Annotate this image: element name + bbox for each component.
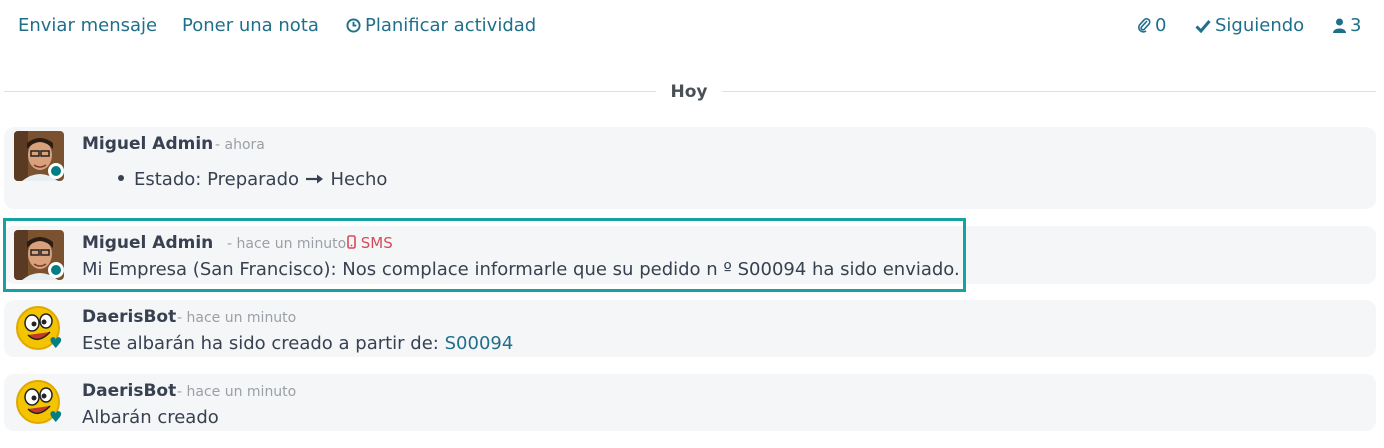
message-item: Miguel Admin - ahora Estado: Preparado H…	[4, 127, 1376, 209]
heart-icon: ♥	[49, 408, 63, 426]
attachments-button[interactable]: 0	[1137, 15, 1166, 38]
online-status-icon	[48, 163, 64, 179]
message-time: - hace un minuto	[177, 384, 297, 400]
following-label: Siguiendo	[1215, 15, 1305, 36]
heart-icon: ♥	[49, 334, 63, 352]
arrow-right-icon	[305, 169, 331, 190]
bullet	[118, 175, 124, 181]
message-body: Este albarán ha sido creado a partir de:…	[82, 333, 513, 354]
following-button[interactable]: Siguiendo	[1195, 15, 1304, 38]
paperclip-icon	[1137, 17, 1151, 38]
message-time: - hace un minuto	[177, 310, 297, 326]
attachments-count: 0	[1155, 15, 1167, 36]
clock-icon	[346, 17, 361, 38]
followers-count: 3	[1350, 15, 1362, 36]
schedule-activity-label: Planificar actividad	[365, 15, 537, 36]
check-icon	[1195, 17, 1211, 38]
message-time: - ahora	[215, 137, 265, 153]
message-body-text: Este albarán ha sido creado a partir de:	[82, 333, 439, 354]
tracking-old-value: Preparado	[207, 169, 300, 190]
message-author[interactable]: Miguel Admin	[82, 134, 213, 154]
log-note-button[interactable]: Poner una nota	[182, 15, 319, 36]
tracking-new-value: Hecho	[330, 169, 388, 190]
message-author[interactable]: DaerisBot	[82, 307, 176, 327]
send-message-button[interactable]: Enviar mensaje	[18, 15, 157, 36]
highlight-frame	[3, 218, 966, 292]
schedule-activity-button[interactable]: Planificar actividad	[346, 15, 536, 38]
tracking-field: Estado:	[134, 169, 202, 190]
user-icon	[1333, 17, 1346, 38]
chatter-topbar: Enviar mensaje Poner una nota Planificar…	[0, 0, 1384, 54]
message-item: ♥ DaerisBot - hace un minuto Albarán cre…	[4, 374, 1376, 431]
date-separator-label: Hoy	[656, 80, 722, 104]
followers-button[interactable]: 3	[1333, 15, 1361, 38]
message-author[interactable]: DaerisBot	[82, 381, 176, 401]
message-body: Albarán creado	[82, 407, 219, 428]
source-order-link[interactable]: S00094	[445, 333, 514, 354]
tracking-value-item: Estado: Preparado Hecho	[118, 169, 387, 190]
message-item: ♥ DaerisBot - hace un minuto Este albará…	[4, 300, 1376, 357]
